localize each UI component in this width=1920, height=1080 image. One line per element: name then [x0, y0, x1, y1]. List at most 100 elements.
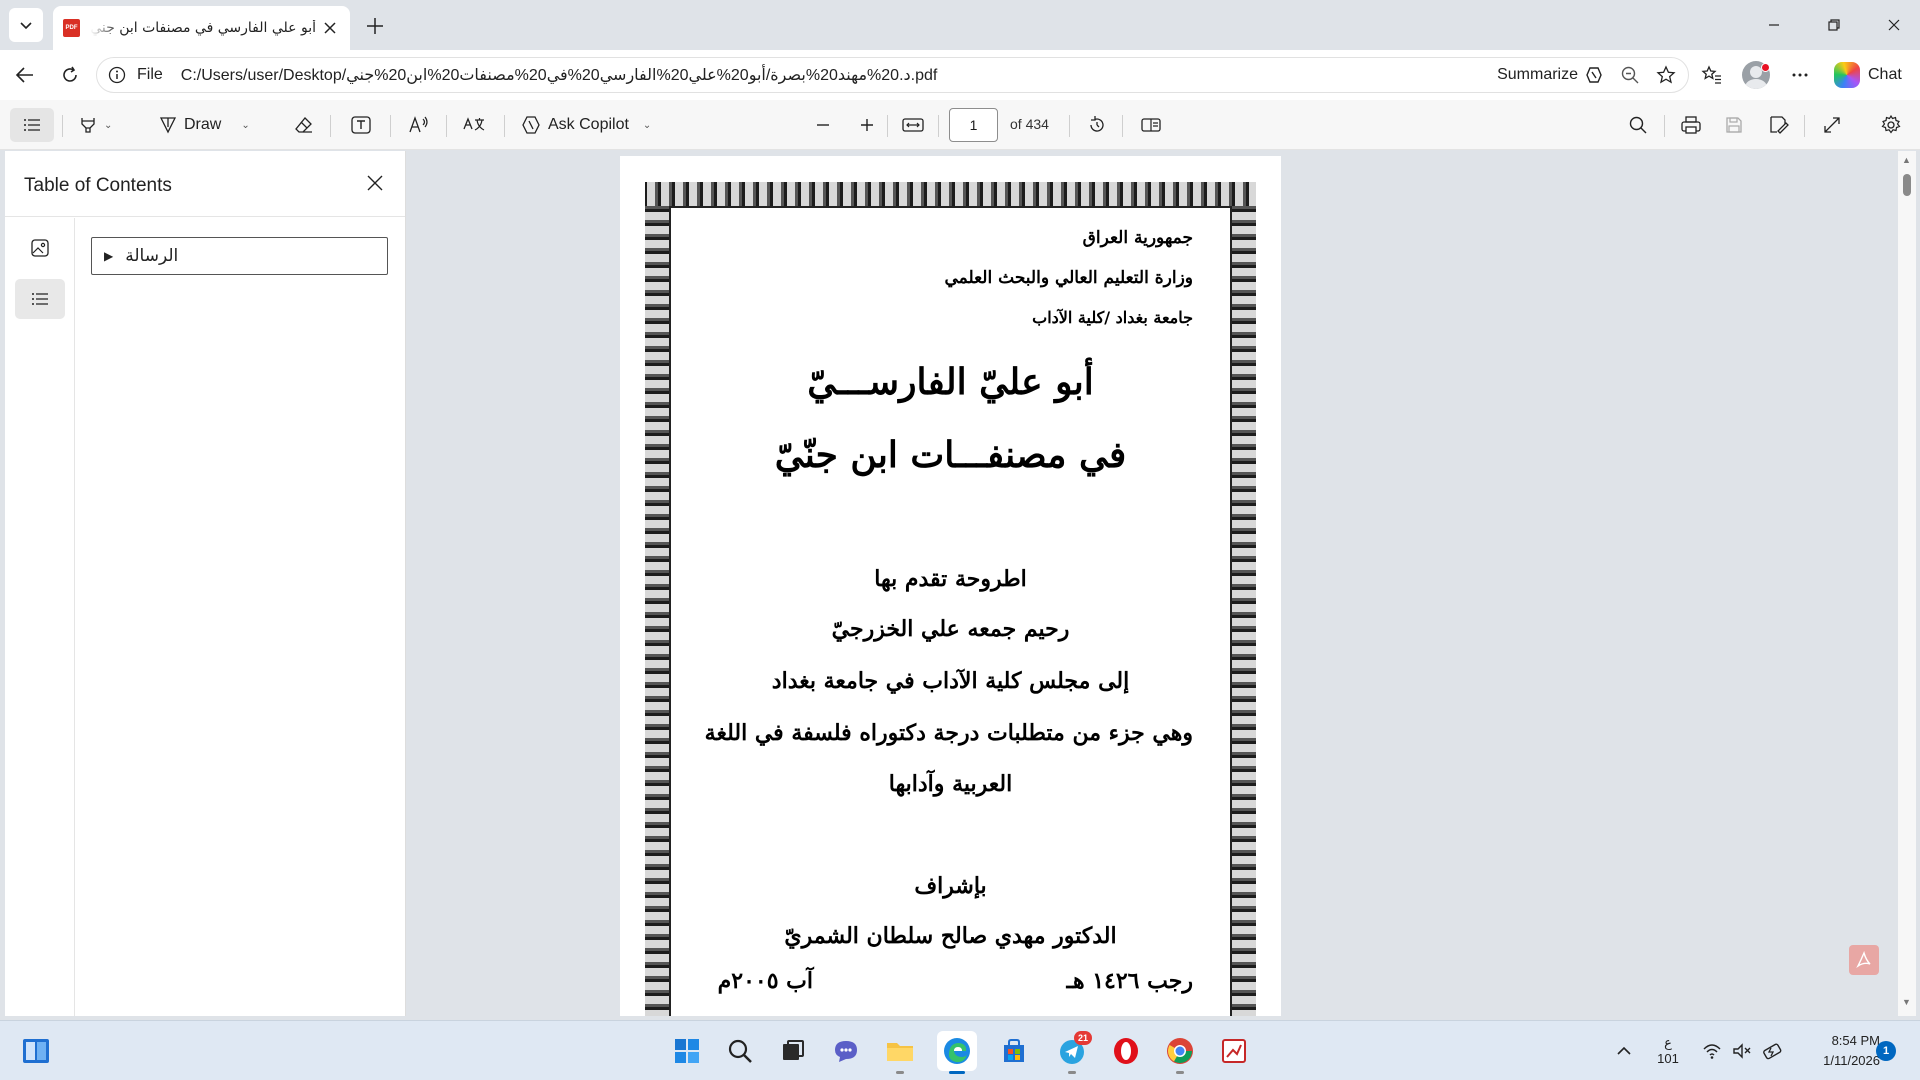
start-button[interactable] — [667, 1031, 707, 1071]
body-line: وهي جزء من متطلبات درجة دكتوراه فلسفة في… — [704, 720, 1193, 746]
highlight-button[interactable]: ⌄ — [72, 108, 118, 142]
translate-button[interactable] — [456, 108, 492, 142]
gear-icon — [1881, 114, 1901, 134]
toolbar-divider — [330, 115, 331, 137]
task-view-button[interactable] — [773, 1031, 813, 1071]
toc-item[interactable]: ▶ الرسالة — [91, 237, 388, 275]
toolbar-divider — [887, 115, 888, 137]
restore-button[interactable] — [1809, 0, 1859, 50]
expand-arrow-icon[interactable]: ▶ — [104, 249, 113, 263]
fit-to-width-button[interactable] — [896, 108, 930, 142]
taskbar-search-button[interactable] — [720, 1031, 760, 1071]
document-title-line-1: أبو عليّ الفارســـيّ — [807, 361, 1094, 403]
close-tab-button[interactable] — [320, 18, 340, 38]
refresh-button[interactable] — [54, 59, 86, 91]
favorites-button[interactable] — [1696, 59, 1728, 91]
page-number-input[interactable]: 1 — [949, 108, 998, 142]
scrollbar-thumb[interactable] — [1903, 174, 1911, 196]
save-as-button[interactable] — [1762, 108, 1796, 142]
profile-button[interactable] — [1740, 59, 1772, 91]
zoom-in-button[interactable] — [852, 108, 882, 142]
save-icon — [1726, 117, 1742, 133]
chevron-up-icon — [1617, 1046, 1631, 1055]
telegram-button[interactable]: 21 — [1052, 1031, 1092, 1074]
acrobat-icon[interactable] — [1849, 945, 1879, 975]
address-bar[interactable]: File C:/Users/user/Desktop/د.20%مهند20%ب… — [96, 57, 1689, 93]
table-of-contents-button[interactable] — [10, 108, 54, 142]
list-icon — [24, 119, 40, 131]
widgets-button[interactable] — [16, 1031, 56, 1071]
toolbar-divider — [62, 115, 63, 137]
save-as-icon — [1770, 116, 1789, 134]
zoom-out-button[interactable] — [808, 108, 838, 142]
minimize-button[interactable] — [1749, 0, 1799, 50]
chevron-down-icon[interactable]: ⌄ — [241, 120, 249, 131]
windows-taskbar: 21 ع 101 8:54 PM 1/11/2026 1 — [0, 1020, 1920, 1080]
url-text[interactable]: C:/Users/user/Desktop/د.20%مهند20%بصرة/أ… — [181, 65, 938, 85]
close-icon — [324, 22, 336, 34]
chat-icon — [835, 1041, 857, 1062]
tab-actions-menu-button[interactable] — [9, 8, 43, 42]
teams-chat-button[interactable] — [826, 1031, 866, 1071]
thumbnails-button[interactable] — [15, 228, 65, 268]
file-explorer-button[interactable] — [880, 1031, 920, 1074]
read-aloud-button[interactable] — [402, 108, 436, 142]
refresh-icon — [63, 66, 77, 82]
pdf-app-icon — [1222, 1039, 1246, 1063]
info-icon[interactable] — [107, 65, 127, 85]
scroll-up-arrow-icon[interactable]: ▲ — [1902, 155, 1911, 165]
draw-button[interactable]: Draw ⌄ — [152, 108, 256, 142]
add-text-button[interactable] — [344, 108, 378, 142]
body-line: رحيم جمعه علي الخزرجيّ — [831, 616, 1070, 642]
copilot-icon — [1834, 62, 1860, 88]
edge-browser-button[interactable] — [937, 1031, 977, 1074]
notification-badge[interactable]: 1 — [1876, 1041, 1896, 1061]
summarize-button[interactable]: Summarize — [1497, 65, 1604, 85]
pdf-tool-button[interactable] — [1214, 1031, 1254, 1071]
page-view-button[interactable] — [1134, 108, 1168, 142]
print-button[interactable] — [1674, 108, 1708, 142]
toc-header: Table of Contents — [5, 151, 405, 217]
save-button[interactable] — [1718, 108, 1750, 142]
toc-list-button[interactable] — [15, 279, 65, 319]
microsoft-store-button[interactable] — [994, 1031, 1034, 1071]
clock[interactable]: 8:54 PM 1/11/2026 — [1800, 1031, 1880, 1071]
find-button[interactable] — [1622, 108, 1654, 142]
chrome-button[interactable] — [1160, 1031, 1200, 1074]
zoom-out-icon[interactable] — [1620, 65, 1640, 85]
rotate-button[interactable] — [1080, 108, 1114, 142]
fit-width-icon — [902, 118, 924, 132]
fullscreen-button[interactable] — [1816, 108, 1848, 142]
favorite-star-icon[interactable] — [1656, 65, 1676, 85]
chrome-icon — [1167, 1038, 1193, 1064]
vertical-scrollbar[interactable]: ▲ ▼ — [1898, 151, 1916, 1016]
notification-dot — [1761, 63, 1770, 72]
opera-icon — [1114, 1038, 1138, 1064]
scroll-down-arrow-icon[interactable]: ▼ — [1902, 997, 1911, 1007]
back-button[interactable] — [9, 59, 41, 91]
close-window-button[interactable] — [1869, 0, 1919, 50]
document-viewport[interactable]: جمهورية العراق وزارة التعليم العالي والب… — [406, 151, 1900, 1016]
erase-button[interactable] — [288, 108, 320, 142]
opera-button[interactable] — [1106, 1031, 1146, 1071]
store-icon — [1004, 1039, 1024, 1062]
pdf-file-icon: PDF — [63, 19, 80, 37]
system-tray-status[interactable] — [1702, 1021, 1784, 1080]
input-language-indicator[interactable]: ع 101 — [1656, 1021, 1680, 1080]
toolbar-divider — [1804, 115, 1805, 137]
body-line: العربية وآدابها — [888, 771, 1013, 797]
chevron-down-icon[interactable]: ⌄ — [104, 120, 112, 131]
browser-tab[interactable]: PDF أبو علي الفارسي في مصنفات ابن جني — [53, 6, 350, 50]
close-toc-button[interactable] — [360, 168, 390, 198]
toolbar-divider — [390, 115, 391, 137]
scheme-label: File — [137, 66, 163, 83]
ask-copilot-button[interactable]: Ask Copilot ⌄ — [514, 108, 657, 142]
show-hidden-icons-button[interactable] — [1604, 1031, 1644, 1071]
copilot-chat-button[interactable]: Chat — [1830, 59, 1912, 91]
new-tab-button[interactable] — [360, 11, 390, 41]
settings-more-button[interactable] — [1784, 59, 1816, 91]
clock-time: 8:54 PM — [1831, 1033, 1880, 1048]
minimize-icon — [1769, 24, 1779, 26]
chevron-down-icon[interactable]: ⌄ — [643, 120, 651, 131]
pdf-settings-button[interactable] — [1874, 108, 1908, 142]
